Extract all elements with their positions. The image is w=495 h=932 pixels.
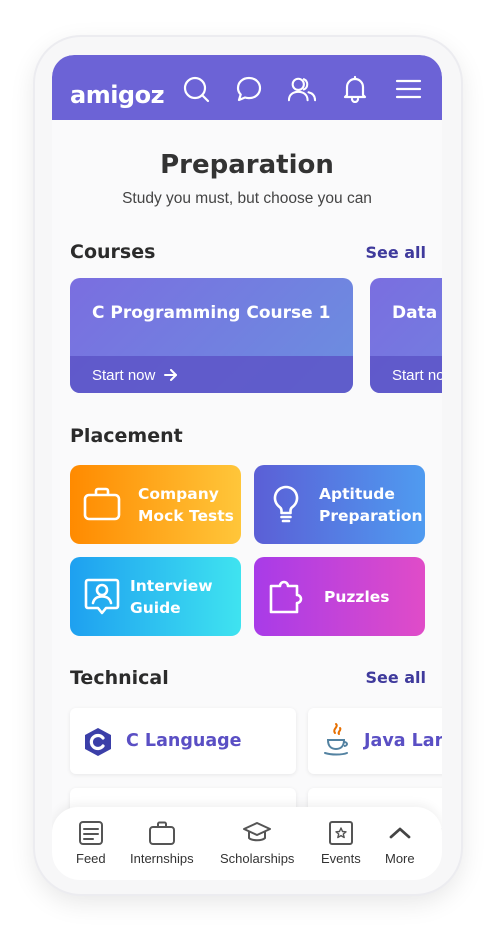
- courses-title: Courses: [70, 241, 156, 263]
- placement-title: Placement: [70, 425, 183, 447]
- chat-icon[interactable]: [235, 75, 263, 103]
- courses-see-all-link[interactable]: See all: [365, 243, 426, 262]
- page-subtitle: Study you must, but choose you can: [122, 190, 372, 207]
- users-icon[interactable]: [288, 75, 316, 103]
- nav-scholarships[interactable]: Scholarships: [220, 819, 294, 866]
- chevron-up-icon: [389, 827, 411, 839]
- nav-feed[interactable]: Feed: [76, 819, 106, 866]
- arrow-right-icon: [163, 369, 177, 381]
- puzzles-tile[interactable]: Puzzles: [254, 557, 425, 636]
- nav-label: Scholarships: [220, 851, 295, 866]
- graduation-cap-icon: [243, 822, 272, 842]
- page-title: Preparation: [160, 150, 334, 180]
- c-language-icon: [85, 728, 111, 756]
- course-card[interactable]: Data S Start no: [370, 278, 442, 393]
- puzzle-icon: [269, 580, 303, 614]
- bottom-nav: Feed Internships Scholarships Events Mor…: [52, 807, 442, 880]
- start-now-button[interactable]: Start no: [392, 367, 442, 384]
- tile-label: Puzzles: [324, 588, 390, 606]
- tile-label: Company Mock Tests: [138, 485, 234, 525]
- app-screen: amigoz Preparation Study you must, but c…: [52, 55, 442, 880]
- top-bar: amigoz: [52, 55, 442, 120]
- java-icon: [324, 723, 348, 756]
- start-now-label: Start now: [92, 367, 156, 384]
- nav-events[interactable]: Events: [321, 819, 361, 866]
- briefcase-icon: [83, 487, 121, 521]
- technical-item-label: C Language: [126, 731, 242, 751]
- nav-internships[interactable]: Internships: [130, 819, 194, 866]
- events-icon: [328, 821, 353, 845]
- technical-item-label: Java Lang: [364, 731, 442, 751]
- course-card[interactable]: C Programming Course 1 Start now: [70, 278, 353, 393]
- interview-guide-tile[interactable]: Interview Guide: [70, 557, 241, 636]
- technical-see-all-link[interactable]: See all: [365, 668, 426, 687]
- tile-label: Aptitude Preparation: [319, 485, 423, 525]
- nav-label: Events: [321, 851, 361, 866]
- nav-label: Internships: [130, 851, 194, 866]
- start-now-button[interactable]: Start now: [92, 367, 178, 384]
- lightbulb-icon: [273, 485, 299, 523]
- course-title: Data S: [392, 303, 442, 323]
- course-title: C Programming Course 1: [92, 303, 331, 323]
- tile-label: Interview Guide: [130, 577, 213, 617]
- bell-icon[interactable]: [341, 75, 369, 103]
- technical-item-java[interactable]: Java Lang: [308, 708, 442, 774]
- nav-label: Feed: [76, 851, 106, 866]
- top-icons: [182, 75, 422, 103]
- nav-label: More: [385, 851, 415, 866]
- technical-title: Technical: [70, 667, 169, 689]
- nav-more[interactable]: More: [385, 819, 415, 866]
- company-mock-tests-tile[interactable]: Company Mock Tests: [70, 465, 241, 544]
- aptitude-preparation-tile[interactable]: Aptitude Preparation: [254, 465, 425, 544]
- menu-icon[interactable]: [394, 75, 422, 103]
- feed-icon: [78, 821, 103, 845]
- app-logo[interactable]: amigoz: [70, 81, 165, 109]
- technical-item-c-language[interactable]: C Language: [70, 708, 296, 774]
- interview-icon: [84, 578, 120, 615]
- search-icon[interactable]: [182, 75, 210, 103]
- briefcase-icon: [148, 821, 175, 845]
